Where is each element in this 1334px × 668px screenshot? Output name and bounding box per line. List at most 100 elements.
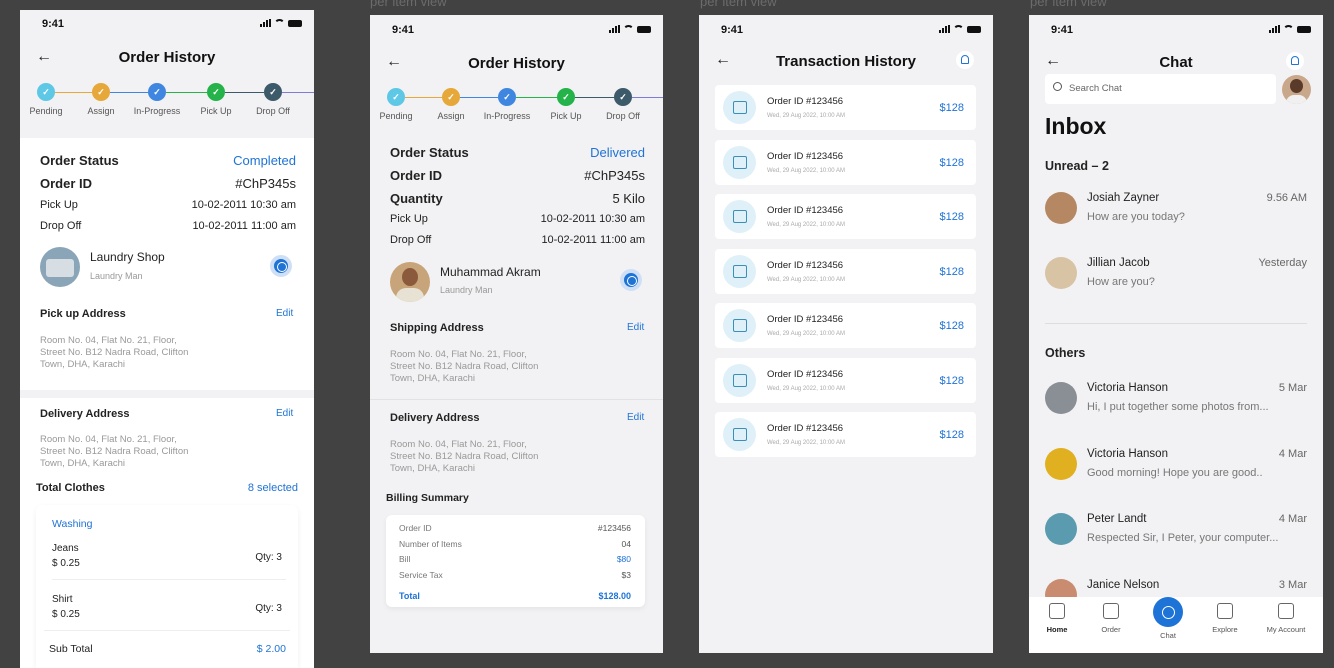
pickup-address-edit-link[interactable]: Edit <box>276 308 293 319</box>
contact-avatar <box>1045 447 1077 480</box>
wifi-icon <box>953 25 964 33</box>
transaction-row[interactable]: Order ID #123456 Wed, 29 Aug 2022, 10:00 … <box>715 412 976 457</box>
transaction-date: Wed, 29 Aug 2022, 10:00 AM <box>767 385 845 392</box>
page-title: Transaction History <box>775 53 917 70</box>
inbox-heading: Inbox <box>1045 113 1107 139</box>
tab-my-account[interactable]: My Account <box>1261 603 1311 634</box>
page-title: Order History <box>468 55 565 72</box>
dropoff-row: Drop Off 10-02-2011 11:00 am <box>40 220 296 232</box>
section-divider <box>370 399 663 400</box>
chat-icon[interactable] <box>620 269 642 291</box>
chat-list-item[interactable]: Josiah Zayner 9.56 AM How are you today? <box>1045 192 1307 232</box>
check-icon: ✓ <box>207 83 225 101</box>
transaction-date: Wed, 29 Aug 2022, 10:00 AM <box>767 167 845 174</box>
transaction-row[interactable]: Order ID #123456 Wed, 29 Aug 2022, 10:00 … <box>715 85 976 130</box>
message-preview: How are you? <box>1087 276 1155 288</box>
bell-icon[interactable] <box>956 51 974 69</box>
step-label: Pick Up <box>200 106 232 116</box>
home-icon <box>1049 603 1065 619</box>
delivery-address-edit-link[interactable]: Edit <box>276 408 293 419</box>
chat-list-item[interactable]: Victoria Hanson 5 Mar Hi, I put together s… <box>1045 382 1307 422</box>
shipping-address-edit-link[interactable]: Edit <box>627 322 644 333</box>
order-progress-steps: ✓ Pending ✓ Assign ✓ In-Progress ✓ Pick Up ✓ Drop… <box>370 88 663 128</box>
dropoff-value: 10-02-2011 11:00 am <box>541 234 645 246</box>
status-time: 9:41 <box>392 24 415 36</box>
progress-step: ✓ Pending <box>20 83 76 116</box>
pickup-address-title: Pick up Address <box>40 308 126 320</box>
washing-category-label: Washing <box>52 518 93 530</box>
order-status-value: Completed <box>233 153 296 168</box>
transaction-date: Wed, 29 Aug 2022, 10:00 AM <box>767 331 845 337</box>
quantity-row: Quantity 5 Kilo <box>390 191 645 206</box>
progress-step: ✓ In-Progress <box>477 88 537 121</box>
status-icons <box>609 25 651 33</box>
tab-order[interactable]: Order <box>1086 603 1136 634</box>
chat-list-item[interactable]: Jillian Jacob Yesterday How are you? <box>1045 257 1307 297</box>
subtotal-divider <box>44 630 290 631</box>
transaction-row[interactable]: Order ID #123456 Wed, 29 Aug 2022, 10:00 … <box>715 139 976 185</box>
billing-row-label: Order ID <box>399 523 432 533</box>
page-title: Chat <box>1159 54 1193 71</box>
transaction-title: Order ID #123456 <box>767 96 844 107</box>
check-icon: ✓ <box>614 88 632 106</box>
step-label: D <box>655 111 663 121</box>
message-preview: Respected Sir, I Peter, your computer... <box>1087 532 1279 544</box>
step-label: Assign <box>87 106 115 116</box>
item-qty: Qty: 3 <box>255 603 282 614</box>
shipping-address-line1: Room No. 04, Flat No. 21, Floor, <box>390 349 527 360</box>
total-clothes-value[interactable]: 8 selected <box>248 482 298 494</box>
person-role: Laundry Man <box>440 285 493 295</box>
progress-step: ✓ Assign <box>71 83 131 116</box>
tab-home[interactable]: Home <box>1032 603 1082 634</box>
signal-icon <box>939 25 950 33</box>
transaction-row[interactable]: Order ID #123456 Wed, 29 Aug 2022, 10:00 … <box>715 248 976 294</box>
transaction-row[interactable]: Order ID #123456 Wed, 29 Aug 2022, 10:00 … <box>715 357 976 403</box>
tab-chat[interactable]: Chat <box>1143 597 1193 640</box>
pickup-address-line2: Street No. B12 Nadra Road, Clifton <box>40 347 189 358</box>
wallet-icon <box>723 254 756 288</box>
transaction-row[interactable]: Order ID #123456 Wed, 29 Aug 2022, 10:00 … <box>715 303 976 348</box>
billing-row-label: Bill <box>399 554 411 564</box>
delivery-address-card: Delivery Address Edit Room No. 04, Flat … <box>20 398 314 478</box>
message-time: 3 Mar <box>1278 578 1307 591</box>
transaction-date: Wed, 29 Aug 2022, 10:00 AM <box>767 440 845 446</box>
item-price: $ 0.25 <box>52 609 80 620</box>
transaction-amount: $128 <box>939 102 964 114</box>
quantity-label: Quantity <box>390 191 443 206</box>
pickup-address-text: Room No. 04, Flat No. 21, Floor, Street … <box>40 335 220 371</box>
battery-icon <box>288 19 302 27</box>
section-divider <box>20 390 314 398</box>
person-avatar <box>390 262 430 302</box>
contact-name: Josiah Zayner <box>1087 192 1160 204</box>
user-avatar[interactable] <box>1282 75 1311 104</box>
shipping-address-line3: Town, DHA, Karachi <box>390 373 476 384</box>
billing-row-value: $3 <box>621 569 631 580</box>
search-input[interactable]: Search Chat <box>1045 74 1276 104</box>
transaction-amount: $128 <box>939 211 964 223</box>
chat-icon[interactable] <box>270 255 292 277</box>
transaction-title: Order ID #123456 <box>767 368 844 380</box>
transaction-row[interactable]: Order ID #123456 Wed, 29 Aug 2022, 10:00 … <box>715 194 976 239</box>
delivery-address-line2: Street No. B12 Nadra Road, Clifton <box>390 451 539 462</box>
search-placeholder: Search Chat <box>1069 83 1122 94</box>
chat-list-item[interactable]: Victoria Hanson 4 Mar Good morning! Hope y… <box>1045 447 1307 488</box>
shop-name: Laundry Shop <box>90 250 165 264</box>
delivery-address-text: Room No. 04, Flat No. 21, Floor, Street … <box>40 434 220 470</box>
pickup-label: Pick Up <box>390 213 428 225</box>
wallet-icon <box>723 200 756 233</box>
tab-label: Home <box>1046 625 1068 634</box>
step-label: Drop Off <box>256 106 290 116</box>
tab-explore[interactable]: Explore <box>1200 603 1250 634</box>
contact-name: Jillian Jacob <box>1087 257 1150 269</box>
delivery-address-edit-link[interactable]: Edit <box>627 412 644 423</box>
wallet-icon <box>723 309 756 342</box>
order-id-label: Order ID <box>390 168 443 183</box>
dropoff-label: Drop Off <box>390 234 432 246</box>
quantity-value: 5 Kilo <box>612 191 645 206</box>
item-name: Jeans <box>52 543 79 554</box>
bell-icon[interactable] <box>1286 52 1304 70</box>
wifi-icon <box>274 19 285 27</box>
chat-list-item[interactable]: Peter Landt 4 Mar Respected Sir, I Peter, … <box>1045 513 1307 553</box>
status-bar: 9:41 <box>370 24 663 44</box>
contact-avatar <box>1045 382 1077 414</box>
